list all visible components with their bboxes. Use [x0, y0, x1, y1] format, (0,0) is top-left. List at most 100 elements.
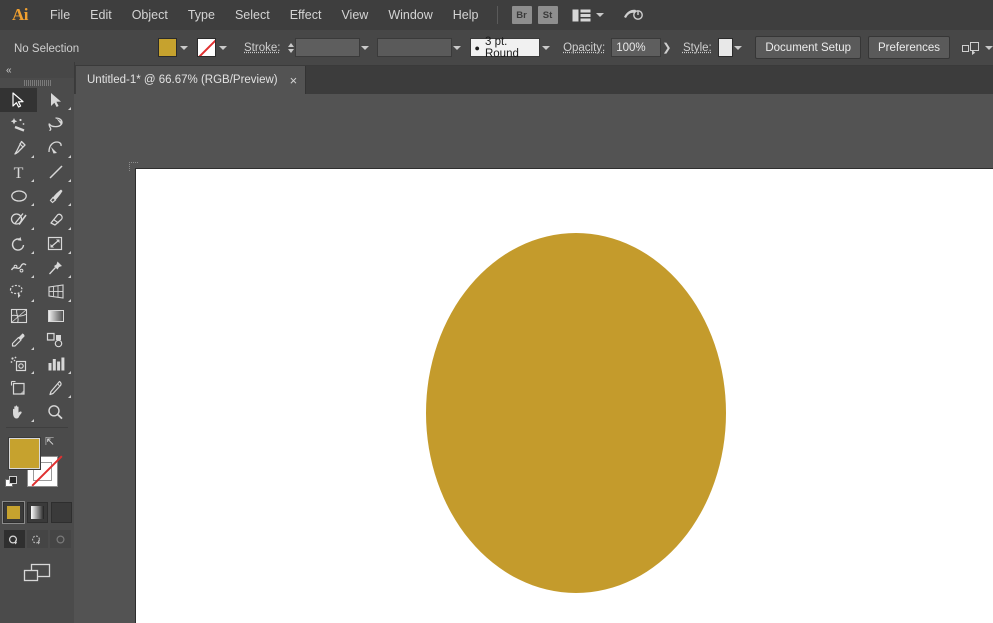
draw-behind-button[interactable] [26, 530, 48, 548]
swap-fill-stroke-icon[interactable]: ⇱ [45, 435, 54, 448]
default-fill-stroke-icon[interactable] [5, 476, 18, 489]
shaper-tool[interactable] [0, 208, 37, 232]
menu-select[interactable]: Select [225, 0, 280, 30]
toolbar-fill-swatch[interactable] [9, 438, 40, 469]
brush-definition-dropdown-arrow[interactable] [540, 38, 551, 57]
select-similar-objects-icon[interactable] [962, 41, 993, 55]
menu-object[interactable]: Object [122, 0, 178, 30]
symbol-sprayer-tool[interactable] [0, 352, 37, 376]
menu-file[interactable]: File [40, 0, 80, 30]
bridge-icon[interactable]: Br [511, 6, 532, 24]
draw-inside-button[interactable] [49, 530, 71, 548]
opacity-flyout-arrow[interactable]: ❯ [661, 38, 673, 57]
collapse-panel-icon[interactable]: « [6, 65, 11, 76]
hand-tool[interactable] [0, 400, 37, 424]
menu-window[interactable]: Window [378, 0, 442, 30]
curvature-tool[interactable] [37, 136, 74, 160]
opacity-label[interactable]: Opacity: [563, 42, 605, 54]
column-graph-tool[interactable] [37, 352, 74, 376]
arrange-documents-icon[interactable] [572, 9, 604, 22]
pen-tool[interactable] [0, 136, 37, 160]
stroke-profile-input[interactable] [377, 38, 452, 57]
scale-tool[interactable] [37, 232, 74, 256]
close-icon[interactable]: × [290, 74, 298, 87]
shape-builder-icon [9, 284, 28, 300]
ellipse-icon [10, 188, 28, 204]
stroke-control[interactable] [197, 38, 230, 57]
canvas-area[interactable] [74, 94, 993, 623]
draw-normal-button[interactable] [3, 530, 25, 548]
stroke-weight-label[interactable]: Stroke: [244, 42, 280, 54]
stock-icon[interactable]: St [537, 6, 558, 24]
none-mode-button[interactable] [50, 502, 72, 523]
style-label[interactable]: Style: [683, 42, 712, 54]
gradient-icon [47, 308, 65, 324]
menu-type[interactable]: Type [178, 0, 225, 30]
perspective-grid-tool[interactable] [37, 280, 74, 304]
eyedropper-tool[interactable] [0, 328, 37, 352]
fill-dropdown-arrow[interactable] [177, 38, 191, 57]
free-transform-tool[interactable] [37, 256, 74, 280]
arrange-glyph [572, 9, 590, 21]
line-segment-tool[interactable] [37, 160, 74, 184]
ellipse-shape[interactable] [426, 233, 726, 593]
mesh-tool[interactable] [0, 304, 37, 328]
color-controls: ⇱ [0, 432, 74, 500]
tool-flyout-corner-icon [68, 395, 71, 398]
stroke-swatch[interactable] [197, 38, 216, 57]
tool-flyout-corner-icon [68, 155, 71, 158]
fill-mode-buttons [0, 501, 74, 524]
eraser-tool[interactable] [37, 208, 74, 232]
brush-definition-field[interactable]: ● 3 pt. Round [469, 36, 541, 60]
magic-wand-icon [10, 116, 27, 132]
brush-dot-icon: ● [474, 42, 480, 53]
menu-help[interactable]: Help [443, 0, 489, 30]
stroke-profile-dropdown-arrow[interactable] [452, 38, 463, 57]
tools-panel-header[interactable]: « [0, 62, 74, 78]
paintbrush-tool[interactable] [37, 184, 74, 208]
workspace-switcher-icon[interactable] [622, 7, 644, 23]
stroke-weight-stepper[interactable] [286, 38, 294, 57]
width-tool[interactable] [0, 256, 37, 280]
blend-tool[interactable] [37, 328, 74, 352]
document-tab[interactable]: Untitled-1* @ 66.67% (RGB/Preview) × [76, 66, 307, 94]
gradient-tool[interactable] [37, 304, 74, 328]
tool-flyout-corner-icon [31, 371, 34, 374]
preferences-button[interactable]: Preferences [868, 36, 951, 59]
menu-effect[interactable]: Effect [280, 0, 332, 30]
fill-swatch[interactable] [158, 38, 177, 57]
change-screen-mode-icon[interactable] [0, 562, 74, 584]
gradient-mode-button[interactable] [26, 502, 48, 523]
stroke-weight-dropdown-arrow[interactable] [360, 38, 371, 57]
shape-builder-tool[interactable] [0, 280, 37, 304]
slice-tool[interactable] [37, 376, 74, 400]
fill-control[interactable] [158, 38, 191, 57]
rotate-tool[interactable] [0, 232, 37, 256]
artboard[interactable] [135, 168, 993, 623]
ellipse-tool[interactable] [0, 184, 37, 208]
color-mode-button[interactable] [1, 501, 25, 524]
symbol-sprayer-icon [10, 356, 28, 372]
lasso-tool[interactable] [37, 112, 74, 136]
hand-icon [10, 404, 27, 420]
draw-inside-icon [55, 534, 65, 544]
stroke-weight-input[interactable] [294, 38, 360, 57]
tool-flyout-corner-icon [68, 227, 71, 230]
menu-edit[interactable]: Edit [80, 0, 122, 30]
selection-tool[interactable] [0, 88, 37, 112]
document-setup-button[interactable]: Document Setup [755, 36, 862, 59]
zoom-tool[interactable] [37, 400, 74, 424]
type-tool[interactable]: T [0, 160, 37, 184]
stroke-dropdown-arrow[interactable] [216, 38, 230, 57]
lasso-icon [47, 116, 64, 132]
tools-panel-grip[interactable] [0, 78, 74, 88]
artboard-tool[interactable] [0, 376, 37, 400]
menu-view[interactable]: View [331, 0, 378, 30]
graphic-style-swatch[interactable] [717, 38, 733, 57]
magic-wand-tool[interactable] [0, 112, 37, 136]
shaper-icon [10, 212, 28, 228]
opacity-input[interactable]: 100% [611, 38, 661, 57]
graphic-style-dropdown-arrow[interactable] [733, 38, 744, 57]
direct-selection-tool[interactable] [37, 88, 74, 112]
tool-flyout-corner-icon [31, 227, 34, 230]
